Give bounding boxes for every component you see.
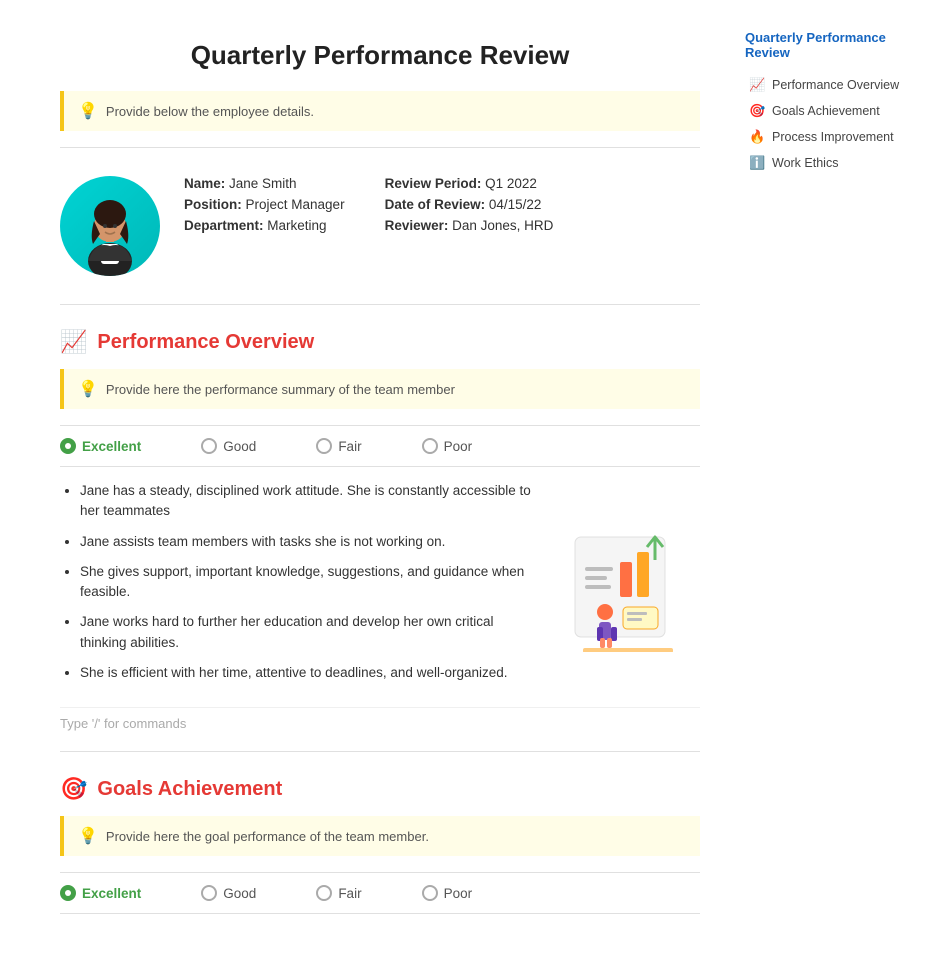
sidebar-title: Quarterly Performance Review xyxy=(745,30,915,60)
sidebar-item-ethics[interactable]: ℹ️ Work Ethics xyxy=(745,150,915,176)
sidebar-item-performance[interactable]: 📈 Performance Overview xyxy=(745,72,915,98)
page-title: Quarterly Performance Review xyxy=(60,40,700,71)
goals-hint-box: 💡 Provide here the goal performance of t… xyxy=(60,816,700,856)
performance-section-header: 📈 Performance Overview xyxy=(60,329,700,355)
bullet-5: She is efficient with her time, attentiv… xyxy=(80,663,540,683)
date-field: Date of Review: 04/15/22 xyxy=(385,197,554,212)
position-field: Position: Project Manager xyxy=(184,197,345,212)
rating-good[interactable]: Good xyxy=(201,438,256,454)
detail-col-right: Review Period: Q1 2022 Date of Review: 0… xyxy=(385,176,554,239)
sidebar-process-icon: 🔥 xyxy=(749,129,765,145)
radio-good[interactable] xyxy=(201,438,217,454)
radio-poor[interactable] xyxy=(422,438,438,454)
goals-rating-fair[interactable]: Fair xyxy=(316,885,361,901)
label-excellent: Excellent xyxy=(82,439,141,454)
goals-section-header: 🎯 Goals Achievement xyxy=(60,776,700,802)
goals-rating-row: Excellent Good Fair Poor xyxy=(60,872,700,914)
type-hint: Type '/' for commands xyxy=(60,707,700,739)
radio-goals-fair[interactable] xyxy=(316,885,332,901)
radio-goals-excellent[interactable] xyxy=(60,885,76,901)
label-good: Good xyxy=(223,439,256,454)
goals-rating-good[interactable]: Good xyxy=(201,885,256,901)
sidebar-ethics-icon: ℹ️ xyxy=(749,155,765,171)
hint-icon: 💡 xyxy=(78,101,98,121)
goals-rating-poor[interactable]: Poor xyxy=(422,885,473,901)
name-field: Name: Jane Smith xyxy=(184,176,345,191)
department-field: Department: Marketing xyxy=(184,218,345,233)
avatar xyxy=(60,176,160,276)
employee-hint-box: 💡 Provide below the employee details. xyxy=(60,91,700,131)
bullet-2: Jane assists team members with tasks she… xyxy=(80,532,540,552)
radio-goals-good[interactable] xyxy=(201,885,217,901)
divider-3 xyxy=(60,751,700,752)
main-content: Quarterly Performance Review 💡 Provide b… xyxy=(0,20,730,944)
reviewer-field: Reviewer: Dan Jones, HRD xyxy=(385,218,554,233)
sidebar-ethics-label: Work Ethics xyxy=(772,156,838,170)
sidebar-goals-label: Goals Achievement xyxy=(772,104,880,118)
sidebar-item-process[interactable]: 🔥 Process Improvement xyxy=(745,124,915,150)
goals-hint-text: Provide here the goal performance of the… xyxy=(106,829,429,844)
goals-icon: 🎯 xyxy=(60,776,87,802)
goals-title: Goals Achievement xyxy=(97,778,282,801)
sidebar-process-label: Process Improvement xyxy=(772,130,894,144)
performance-title: Performance Overview xyxy=(97,331,314,354)
rating-poor[interactable]: Poor xyxy=(422,438,473,454)
sidebar-item-goals[interactable]: 🎯 Goals Achievement xyxy=(745,98,915,124)
label-fair: Fair xyxy=(338,439,361,454)
radio-goals-poor[interactable] xyxy=(422,885,438,901)
bullet-3: She gives support, important knowledge, … xyxy=(80,562,540,603)
label-poor: Poor xyxy=(444,439,473,454)
bullet-section: Jane has a steady, disciplined work atti… xyxy=(60,481,700,693)
bullet-list: Jane has a steady, disciplined work atti… xyxy=(60,481,540,693)
rating-row: Excellent Good Fair Poor xyxy=(60,425,700,467)
bullet-4: Jane works hard to further her education… xyxy=(80,612,540,653)
employee-details: Name: Jane Smith Position: Project Manag… xyxy=(184,176,700,239)
hint-icon-3: 💡 xyxy=(78,826,98,846)
performance-icon: 📈 xyxy=(60,329,87,355)
label-goals-good: Good xyxy=(223,886,256,901)
employee-section: Name: Jane Smith Position: Project Manag… xyxy=(60,160,700,292)
sidebar-goals-icon: 🎯 xyxy=(749,103,765,119)
bullet-1: Jane has a steady, disciplined work atti… xyxy=(80,481,540,522)
employee-hint-text: Provide below the employee details. xyxy=(106,104,314,119)
rating-excellent[interactable]: Excellent xyxy=(60,438,141,454)
goals-rating-excellent[interactable]: Excellent xyxy=(60,885,141,901)
divider-2 xyxy=(60,304,700,305)
radio-excellent[interactable] xyxy=(60,438,76,454)
sidebar-performance-label: Performance Overview xyxy=(772,78,899,92)
rating-fair[interactable]: Fair xyxy=(316,438,361,454)
performance-hint-box: 💡 Provide here the performance summary o… xyxy=(60,369,700,409)
label-goals-fair: Fair xyxy=(338,886,361,901)
radio-fair[interactable] xyxy=(316,438,332,454)
review-period-field: Review Period: Q1 2022 xyxy=(385,176,554,191)
label-goals-poor: Poor xyxy=(444,886,473,901)
label-goals-excellent: Excellent xyxy=(82,886,141,901)
performance-illustration xyxy=(560,481,700,693)
performance-hint-text: Provide here the performance summary of … xyxy=(106,382,455,397)
hint-icon-2: 💡 xyxy=(78,379,98,399)
detail-col-left: Name: Jane Smith Position: Project Manag… xyxy=(184,176,345,239)
divider-1 xyxy=(60,147,700,148)
sidebar: Quarterly Performance Review 📈 Performan… xyxy=(730,20,930,944)
sidebar-performance-icon: 📈 xyxy=(749,77,765,93)
